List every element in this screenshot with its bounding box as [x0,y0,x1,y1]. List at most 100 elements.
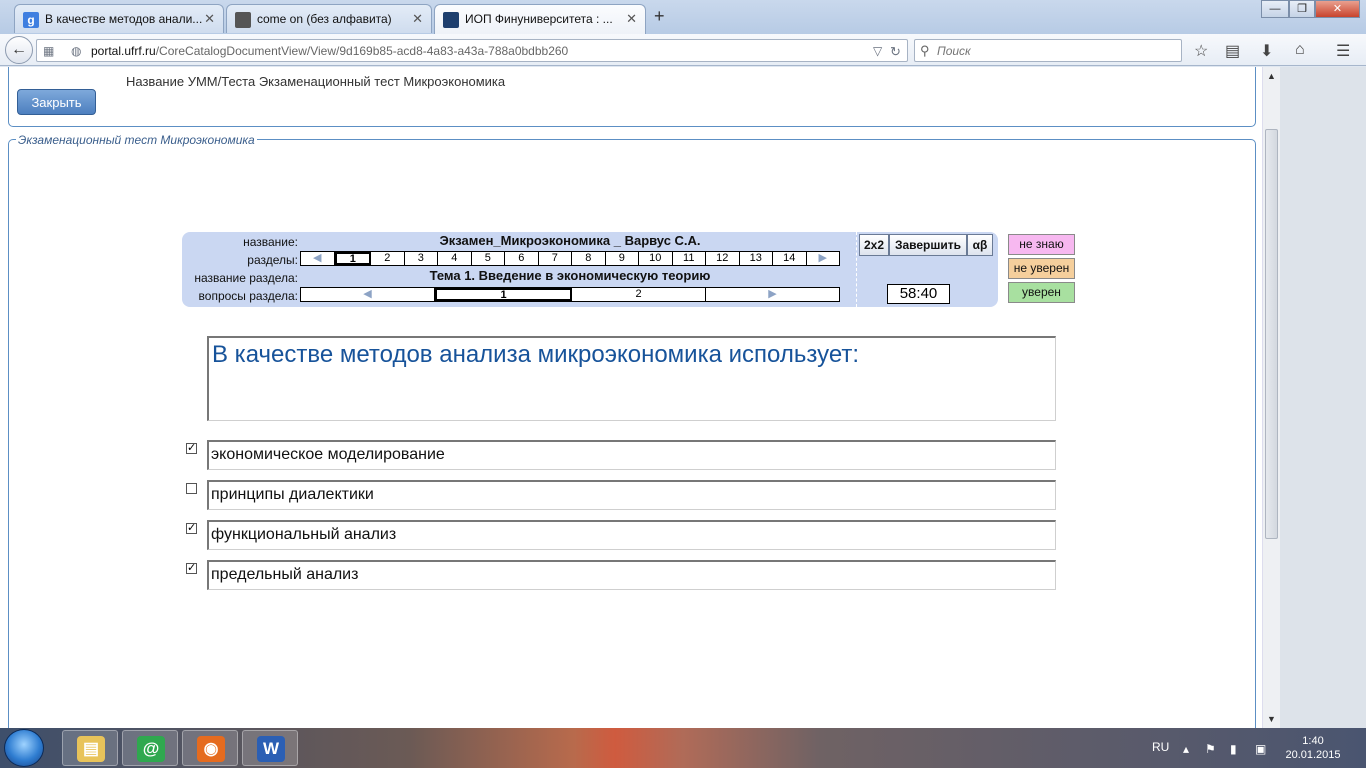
finish-button[interactable]: Завершить [889,234,967,256]
close-button[interactable]: Закрыть [17,89,96,115]
language-indicator[interactable]: RU [1152,740,1169,754]
section-title: Тема 1. Введение в экономическую теорию [429,268,711,283]
tab-label: ИОП Финуниверситета : ... [465,12,613,26]
scroll-down-icon[interactable]: ▼ [1267,714,1276,724]
firefox-icon: ◉ [197,736,225,762]
section-cell[interactable]: 10 [639,252,673,265]
test-legend: Экзаменационный тест Микроэкономика [16,133,257,147]
section-cell[interactable]: 9 [606,252,639,265]
maximize-button[interactable]: ❐ [1289,0,1315,18]
sections-label: разделы: [247,253,298,267]
scroll-up-icon[interactable]: ▲ [1267,71,1276,81]
search-icon: ⚲ [920,43,930,58]
section-cell[interactable]: 6 [505,252,539,265]
answer-option[interactable]: экономическое моделирование [207,440,1056,470]
graduation-cap-icon [443,12,459,28]
close-window-button[interactable]: ✕ [1315,0,1360,18]
globe-icon: ◍ [71,44,82,58]
at-icon: @ [137,736,165,762]
window-margin [1280,67,1366,728]
section-cell[interactable]: 2 [371,252,405,265]
tray-arrow-icon[interactable]: ▴ [1183,742,1189,756]
test-fieldset [8,139,1256,728]
page-scrollbar[interactable]: ▲ ▼ [1262,67,1280,728]
answer-checkbox[interactable] [186,483,197,494]
menu-icon[interactable]: ☰ [1336,41,1350,61]
folder-icon: ▤ [77,736,105,762]
tab-label: В качестве методов анали... [45,12,203,26]
search-input[interactable] [937,43,1167,58]
battery-icon[interactable]: ▮ [1230,742,1237,756]
answer-checkbox[interactable]: ✓ [186,563,197,574]
alphabet-button[interactable]: αβ [967,234,993,256]
section-cell[interactable]: 8 [572,252,606,265]
section-cell[interactable]: 14 [773,252,807,265]
prev-arrow-icon[interactable]: ◀ [301,252,335,265]
section-name-label: название раздела: [194,271,298,285]
reload-icon[interactable]: ↻ [890,44,901,60]
close-tab-icon[interactable]: ✕ [626,11,637,27]
image-icon [235,12,251,28]
answer-option[interactable]: функциональный анализ [207,520,1056,550]
2x2-button[interactable]: 2x2 [859,234,889,256]
browser-tab-strip: g В качестве методов анали... ✕ come on … [0,0,1366,34]
home-icon[interactable]: ⌂ [1295,41,1305,59]
close-tab-icon[interactable]: ✕ [204,11,215,27]
section-cell[interactable]: 5 [472,252,505,265]
next-arrow-icon[interactable]: ▶ [706,288,839,301]
taskbar-explorer[interactable]: ▤ [62,730,118,766]
section-cell[interactable]: 4 [438,252,472,265]
question-cell[interactable]: 2 [572,288,706,301]
url-host: portal.ufrf.ru [91,44,156,58]
tab-google-search[interactable]: g В качестве методов анали... ✕ [14,4,224,33]
clock-date: 20.01.2015 [1285,749,1341,761]
tab-come-on[interactable]: come on (без алфавита) ✕ [226,4,432,33]
prev-arrow-icon[interactable]: ◀ [301,288,435,301]
clock-time: 1:40 [1302,735,1324,747]
scroll-thumb[interactable] [1265,129,1278,539]
word-icon: W [257,736,285,762]
flag-icon[interactable]: ⚑ [1205,742,1216,756]
answer-checkbox[interactable]: ✓ [186,523,197,534]
section-cell[interactable]: 7 [539,252,572,265]
taskbar-word[interactable]: W [242,730,298,766]
url-bar[interactable]: ▦ ◍ portal.ufrf.ru/CoreCatalogDocumentVi… [36,39,908,62]
sure-button[interactable]: уверен [1008,282,1075,303]
dont-know-button[interactable]: не знаю [1008,234,1075,255]
next-arrow-icon[interactable]: ▶ [807,252,840,265]
page-viewport: Название УММ/Теста Экзаменационный тест … [0,67,1262,728]
taskbar-mail-agent[interactable]: @ [122,730,178,766]
taskbar-firefox[interactable]: ◉ [182,730,238,766]
section-cell[interactable]: 1 [334,252,371,265]
answer-option[interactable]: принципы диалектики [207,480,1056,510]
section-cell[interactable]: 3 [405,252,438,265]
navigation-bar: ← ▦ ◍ portal.ufrf.ru/CoreCatalogDocument… [0,34,1366,66]
section-cell[interactable]: 12 [706,252,740,265]
section-cell[interactable]: 13 [740,252,773,265]
bookmark-star-icon[interactable]: ☆ [1194,41,1208,61]
grid-icon[interactable]: ▦ [43,44,54,58]
start-button[interactable] [4,729,44,767]
tab-iop-active[interactable]: ИОП Финуниверситета : ... ✕ [434,4,646,34]
answer-checkbox[interactable]: ✓ [186,443,197,454]
close-tab-icon[interactable]: ✕ [412,11,423,27]
not-sure-button[interactable]: не уверен [1008,258,1075,279]
answer-option[interactable]: предельный анализ [207,560,1056,590]
network-icon[interactable]: ▣ [1255,742,1266,756]
section-cell[interactable]: 11 [673,252,706,265]
bookmarks-list-icon[interactable]: ▤ [1225,41,1240,61]
question-cell[interactable]: 1 [435,288,572,301]
windows-taskbar: ▤ @ ◉ W RU ▴ ⚑ ▮ ▣ 1:40 20.01.2015 [0,728,1366,768]
test-navigation-panel: название: разделы: название раздела: воп… [182,232,998,307]
dropdown-arrow-icon[interactable]: ▽ [873,44,882,58]
url-text[interactable]: portal.ufrf.ru/CoreCatalogDocumentView/V… [91,44,568,58]
minimize-button[interactable]: — [1261,0,1289,18]
back-button[interactable]: ← [5,36,33,64]
new-tab-button[interactable]: + [654,6,665,27]
exam-name: Экзамен_Микроэкономика _ Варвус С.А. [439,233,701,248]
url-path: /CoreCatalogDocumentView/View/9d169b85-a… [155,44,569,58]
questions-navigator: ◀ 1 2 ▶ [300,287,840,302]
search-bar[interactable]: ⚲ [914,39,1182,62]
download-icon[interactable]: ⬇ [1260,41,1273,61]
clock[interactable]: 1:40 20.01.2015 [1282,734,1344,762]
